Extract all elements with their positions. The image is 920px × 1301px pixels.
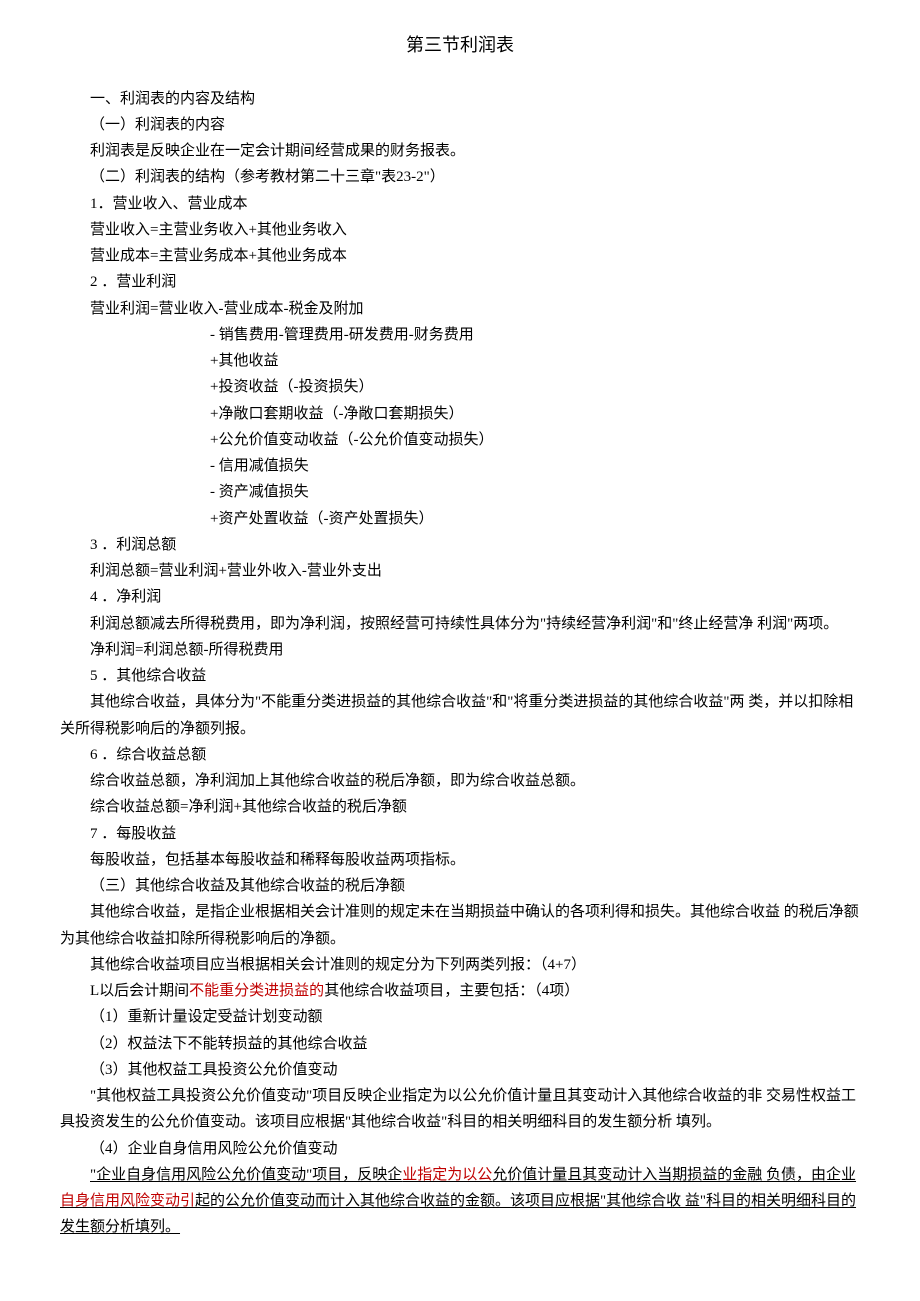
formula-cont: +资产处置收益（-资产处置损失） [60,506,860,532]
body-text: 其他综合收益，具体分为"不能重分类进损益的其他综合收益"和"将重分类进损益的其他… [60,689,860,742]
formula-cont: - 信用减值损失 [60,453,860,479]
formula-cont: +投资收益（-投资损失） [60,374,860,400]
formula-cont: - 资产减值损失 [60,479,860,505]
body-text: 利润总额减去所得税费用，即为净利润，按照经营可持续性具体分为"持续经营净利润"和… [60,611,860,637]
body-text: "其他权益工具投资公允价值变动"项目反映企业指定为以公允价值计量且其变动计入其他… [60,1083,860,1136]
formula: 营业成本=主营业务成本+其他业务成本 [60,243,860,269]
body-text: 利润表是反映企业在一定会计期间经营成果的财务报表。 [60,138,860,164]
formula: 净利润=利润总额-所得税费用 [60,637,860,663]
section-heading-1: 一、利润表的内容及结构 [60,86,860,112]
formula-cont: +其他收益 [60,348,860,374]
list-item-4: （4）企业自身信用风险公允价值变动 [60,1136,860,1162]
body-text: L以后会计期间不能重分类进损益的其他综合收益项目，主要包括：（4项） [60,978,860,1004]
document-title: 第三节利润表 [60,30,860,62]
item-3: 3 ．利润总额 [60,532,860,558]
underlined-text: "企业自身信用风险公允价值变动"项目，反映企业指定为以公允价值计量且其变动计入当… [60,1162,860,1241]
body-text: 综合收益总额，净利润加上其他综合收益的税后净额，即为综合收益总额。 [60,768,860,794]
formula: 营业收入=主营业务收入+其他业务收入 [60,217,860,243]
text-segment: L以后会计期间 [90,983,189,999]
formula: 利润总额=营业利润+营业外收入-营业外支出 [60,558,860,584]
subsection-1-2: （二）利润表的结构（参考教材第二十三章"表23-2"） [60,164,860,190]
body-text: 其他综合收益项目应当根据相关会计准则的规定分为下列两类列报：（4+7） [60,952,860,978]
formula: 营业利润=营业收入-营业成本-税金及附加 [60,296,860,322]
list-item-3: （3）其他权益工具投资公允价值变动 [60,1057,860,1083]
text-segment: "企业自身信用风险公允价值变动"项目，反映企 [90,1167,402,1183]
formula-cont: +公允价值变动收益（-公允价值变动损失） [60,427,860,453]
subsection-1-1: （一）利润表的内容 [60,112,860,138]
item-4: 4 ．净利润 [60,584,860,610]
formula-cont: - 销售费用-管理费用-研发费用-财务费用 [60,322,860,348]
text-segment: 其他综合收益项目，主要包括：（4项） [324,983,579,999]
formula-cont: +净敞口套期收益（-净敞口套期损失） [60,401,860,427]
body-text: 每股收益，包括基本每股收益和稀释每股收益两项指标。 [60,847,860,873]
item-2: 2 ．营业利润 [60,269,860,295]
list-item-1: （1）重新计量设定受益计划变动额 [60,1004,860,1030]
list-item-2: （2）权益法下不能转损益的其他综合收益 [60,1031,860,1057]
item-1: 1．营业收入、营业成本 [60,191,860,217]
formula: 综合收益总额=净利润+其他综合收益的税后净额 [60,794,860,820]
highlighted-text: 不能重分类进损益的 [189,983,324,999]
body-text: 其他综合收益，是指企业根据相关会计准则的规定未在当期损益中确认的各项利得和损失。… [60,899,860,952]
highlighted-text: 业指定为以公 [402,1167,492,1183]
item-6: 6 ．综合收益总额 [60,742,860,768]
text-segment: 允价值计量且其变动计入当期损益的金融 负债，由企业 [492,1167,856,1183]
highlighted-text: 自身信用风险变动引 [60,1193,195,1209]
subsection-1-3: （三）其他综合收益及其他综合收益的税后净额 [60,873,860,899]
item-5: 5 ．其他综合收益 [60,663,860,689]
item-7: 7 ．每股收益 [60,821,860,847]
